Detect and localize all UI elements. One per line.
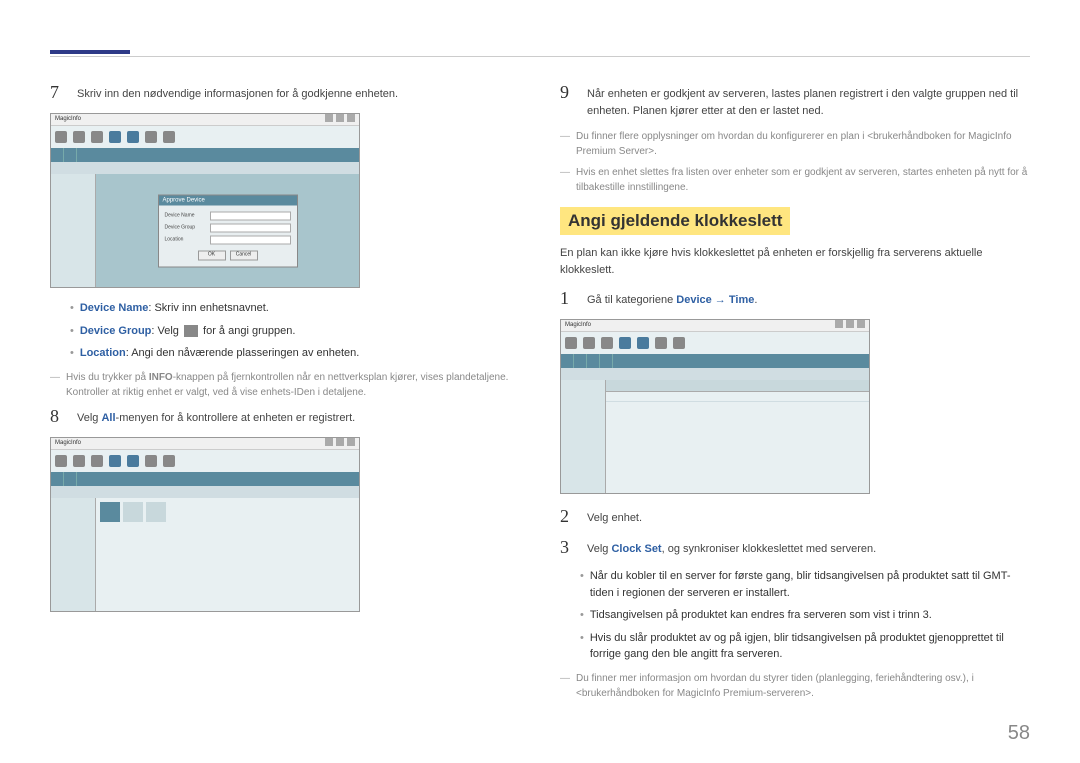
step-text: Velg enhet. [587,506,642,527]
step-text: Skriv inn den nødvendige informasjonen f… [77,82,398,103]
step-3: 3 Velg Clock Set, og synkroniser klokkes… [560,537,1030,558]
screenshot-approve-dialog: MagicInfo [50,113,520,288]
section-heading: Angi gjeldende klokkeslett [560,207,790,235]
toolbar-icon [91,131,103,143]
step-7: 7 Skriv inn den nødvendige informasjonen… [50,82,520,103]
step-text: Velg All-menyen for å kontrollere at enh… [77,406,355,427]
text-input [210,211,291,220]
step-number: 1 [560,288,575,309]
sub-toolbar [51,162,359,174]
step-2: 2 Velg enhet. [560,506,1030,527]
field-label: Device Name [165,213,210,219]
toolbar [51,450,359,472]
toolbar [561,332,869,354]
toolbar-icon [163,131,175,143]
note: ― Du finner mer informasjon om hvordan d… [560,671,1030,701]
step-text: Gå til kategoriene Device → Time. [587,288,757,309]
tab [64,148,77,162]
note: ― Hvis en enhet slettes fra listen over … [560,165,1030,195]
step-text: Velg Clock Set, og synkroniser klokkesle… [587,537,876,558]
ok-button: OK [198,250,226,260]
step-number: 2 [560,506,575,527]
step-9: 9 Når enheten er godkjent av serveren, l… [560,82,1030,119]
list-item: •Når du kobler til en server for første … [580,568,1030,601]
toolbar-icon [127,131,139,143]
toolbar-icon [73,131,85,143]
right-column: 9 Når enheten er godkjent av serveren, l… [560,82,1030,707]
window-titlebar: MagicInfo [51,114,359,126]
list-item: •Tidsangivelsen på produktet kan endres … [580,607,1030,624]
toolbar [51,126,359,148]
list-item: • Device Group: Velg for å angi gruppen. [70,323,520,340]
step-1: 1 Gå til kategoriene Device → Time. [560,288,1030,309]
note: ― Hvis du trykker på INFO-knappen på fje… [50,370,520,400]
paragraph: En plan kan ikke kjøre hvis klokkeslette… [560,245,1030,278]
text-input [210,235,291,244]
field-label: Device Group [165,225,210,231]
step-number: 3 [560,537,575,558]
toolbar-icon [145,131,157,143]
screenshot-device-list: MagicInfo [50,437,520,612]
cancel-button: Cancel [230,250,258,260]
step-number: 7 [50,82,65,103]
field-label: Location [165,237,210,243]
tab-bar [51,148,359,162]
ellipsis-icon [184,325,198,337]
header-accent-bar [50,50,130,54]
window-titlebar: MagicInfo [51,438,359,450]
note: ― Du finner flere opplysninger om hvorda… [560,129,1030,159]
header-rule [50,56,1030,57]
bullet-list: • Device Name: Skriv inn enhetsnavnet. •… [70,300,520,362]
step-number: 8 [50,406,65,427]
window-titlebar: MagicInfo [561,320,869,332]
dialog-title: Approve Device [159,195,297,205]
step-text: Når enheten er godkjent av serveren, las… [587,82,1030,119]
main-pane: Approve Device Device Name Device Group … [96,174,359,287]
bullet-list: •Når du kobler til en server for første … [580,568,1030,663]
page-number: 58 [1008,722,1030,745]
screenshot-time-settings: MagicInfo [560,319,1030,494]
step-number: 9 [560,82,575,119]
toolbar-icon [55,131,67,143]
approve-dialog: Approve Device Device Name Device Group … [158,194,298,267]
toolbar-icon [109,131,121,143]
left-column: 7 Skriv inn den nødvendige informasjonen… [50,82,520,707]
list-item: • Device Name: Skriv inn enhetsnavnet. [70,300,520,317]
list-item: •Hvis du slår produktet av og på igjen, … [580,630,1030,663]
tab [51,148,64,162]
sidebar [51,174,96,287]
text-input [210,223,291,232]
step-8: 8 Velg All-menyen for å kontrollere at e… [50,406,520,427]
list-item: • Location: Angi den nåværende plasserin… [70,345,520,362]
